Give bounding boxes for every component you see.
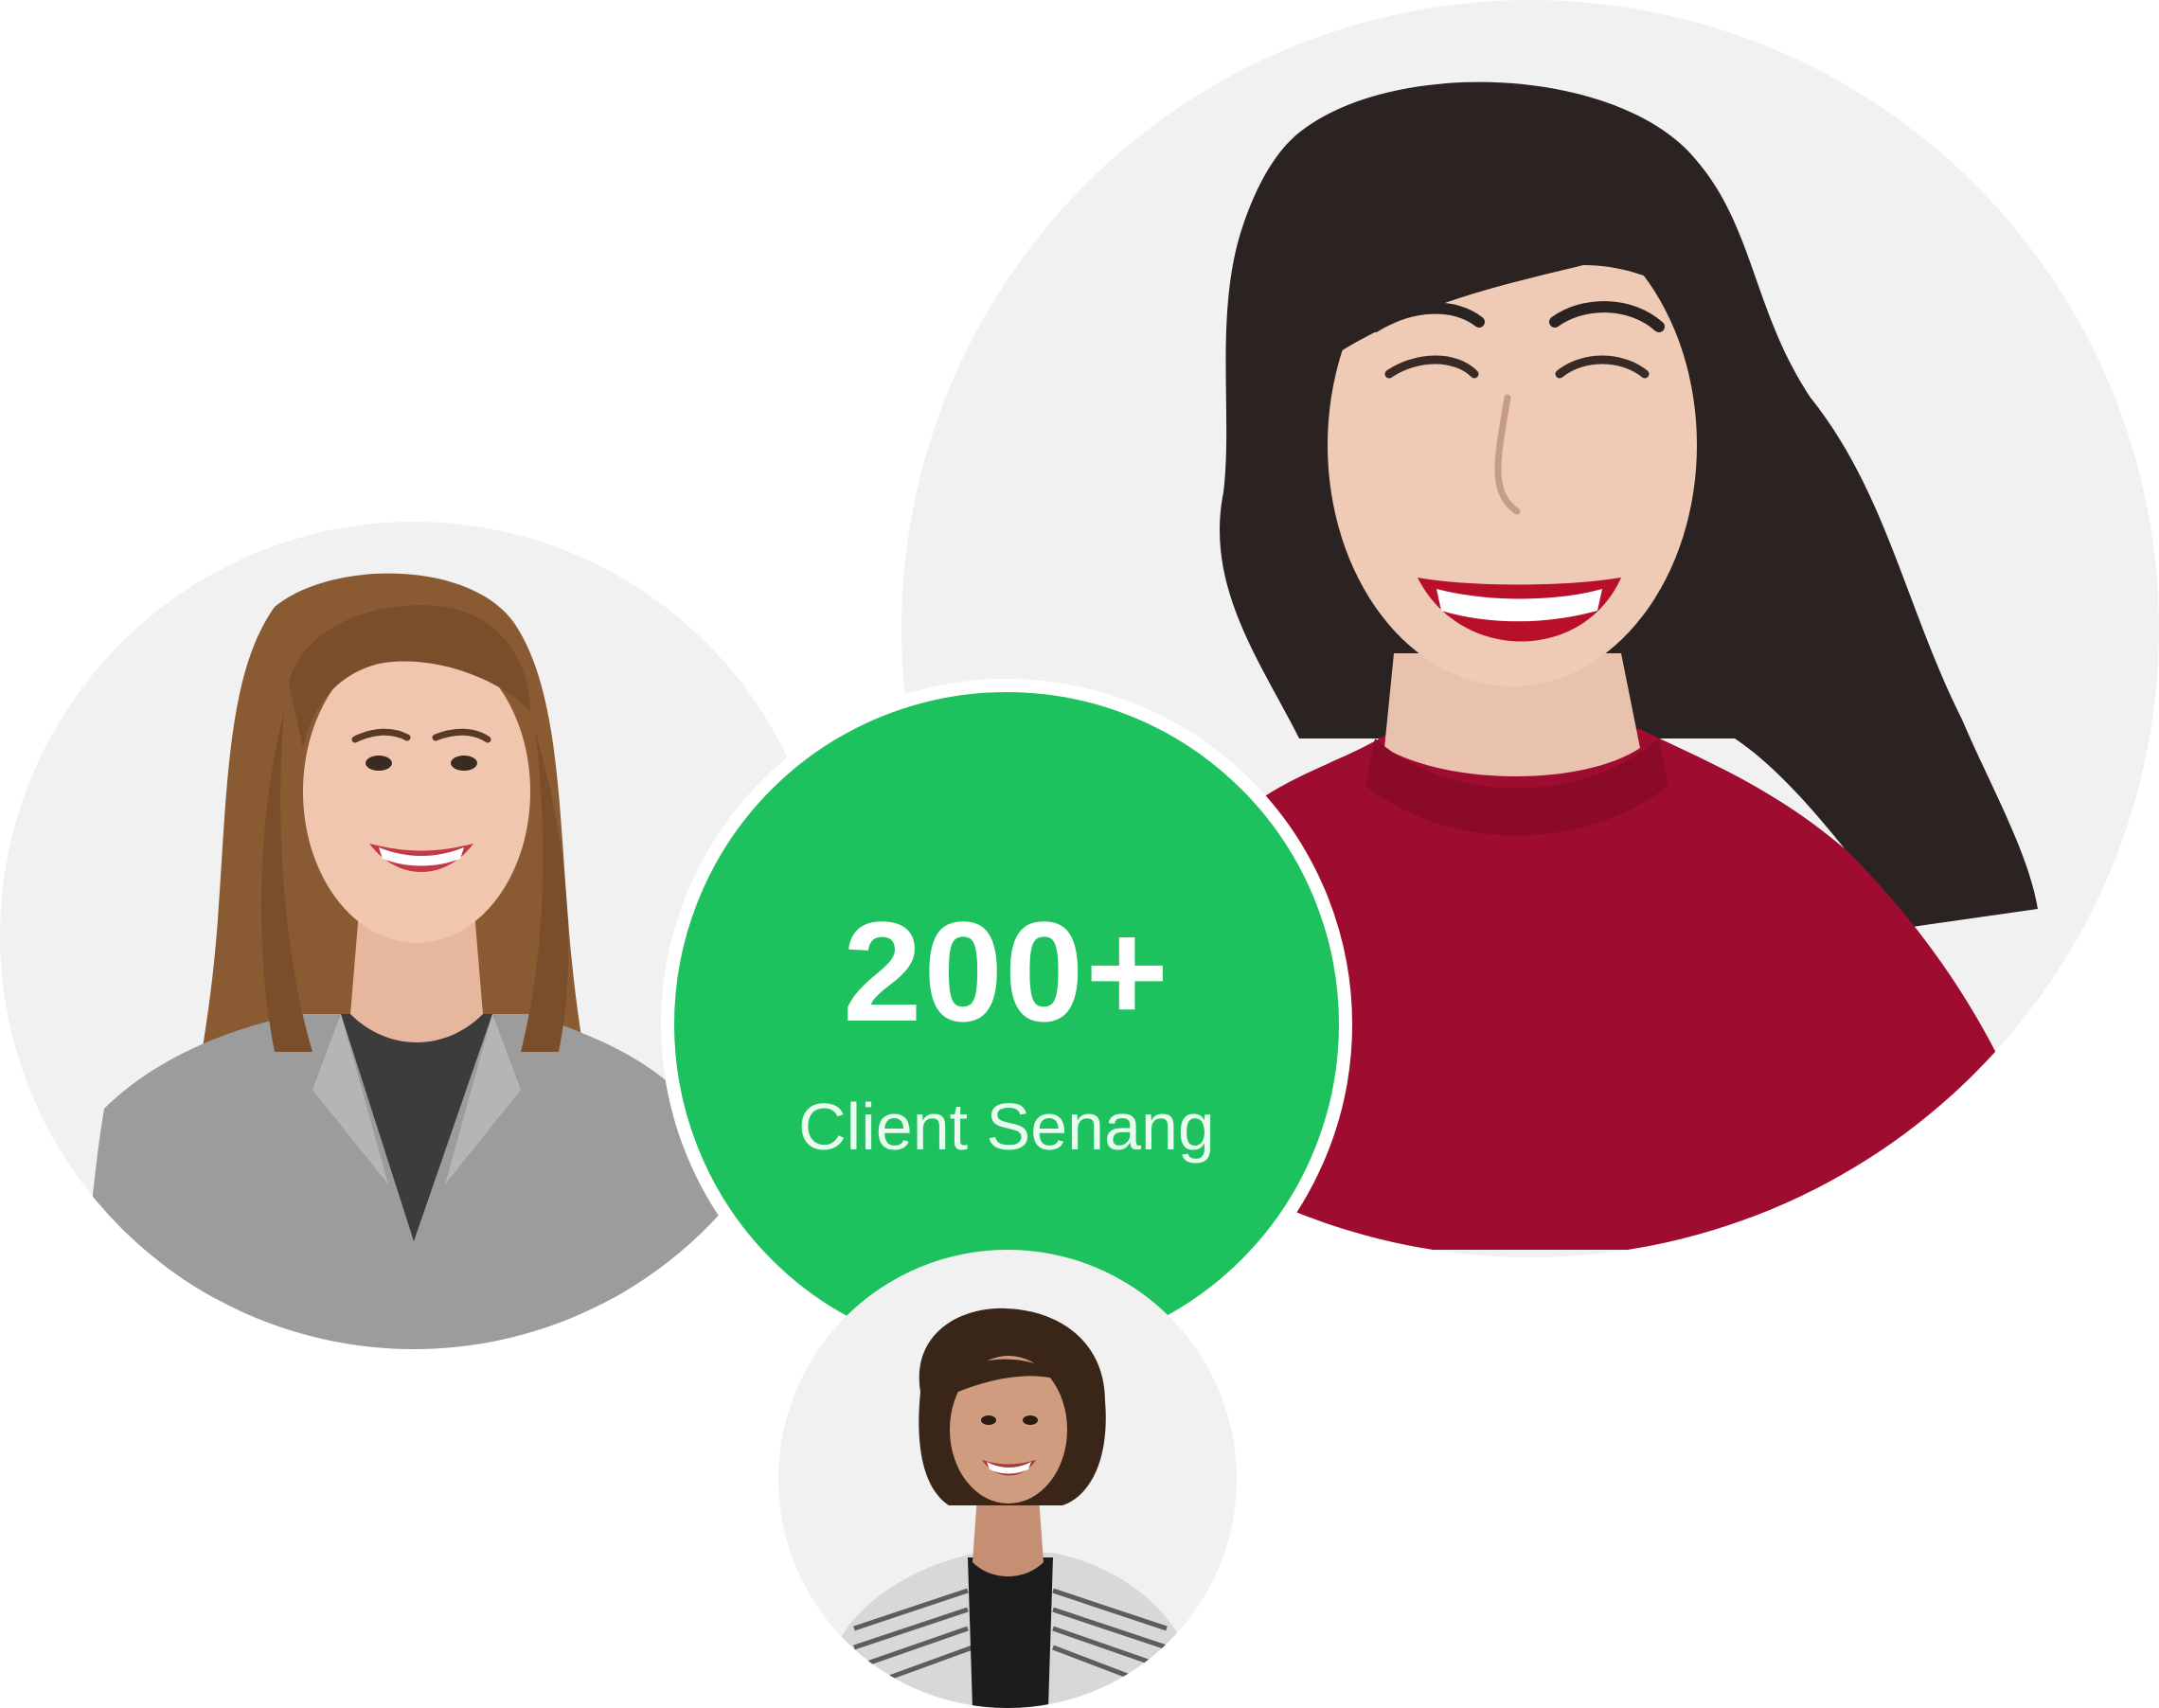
client-count: 200+ [843, 892, 1170, 1051]
client-photo-woman-striped-jacket [835, 1308, 1186, 1708]
client-avatar-bottom [778, 1250, 1237, 1708]
happy-clients-graphic: 200+ Client Senang [0, 0, 2159, 1708]
client-count-label: Client Senang [798, 1090, 1215, 1164]
